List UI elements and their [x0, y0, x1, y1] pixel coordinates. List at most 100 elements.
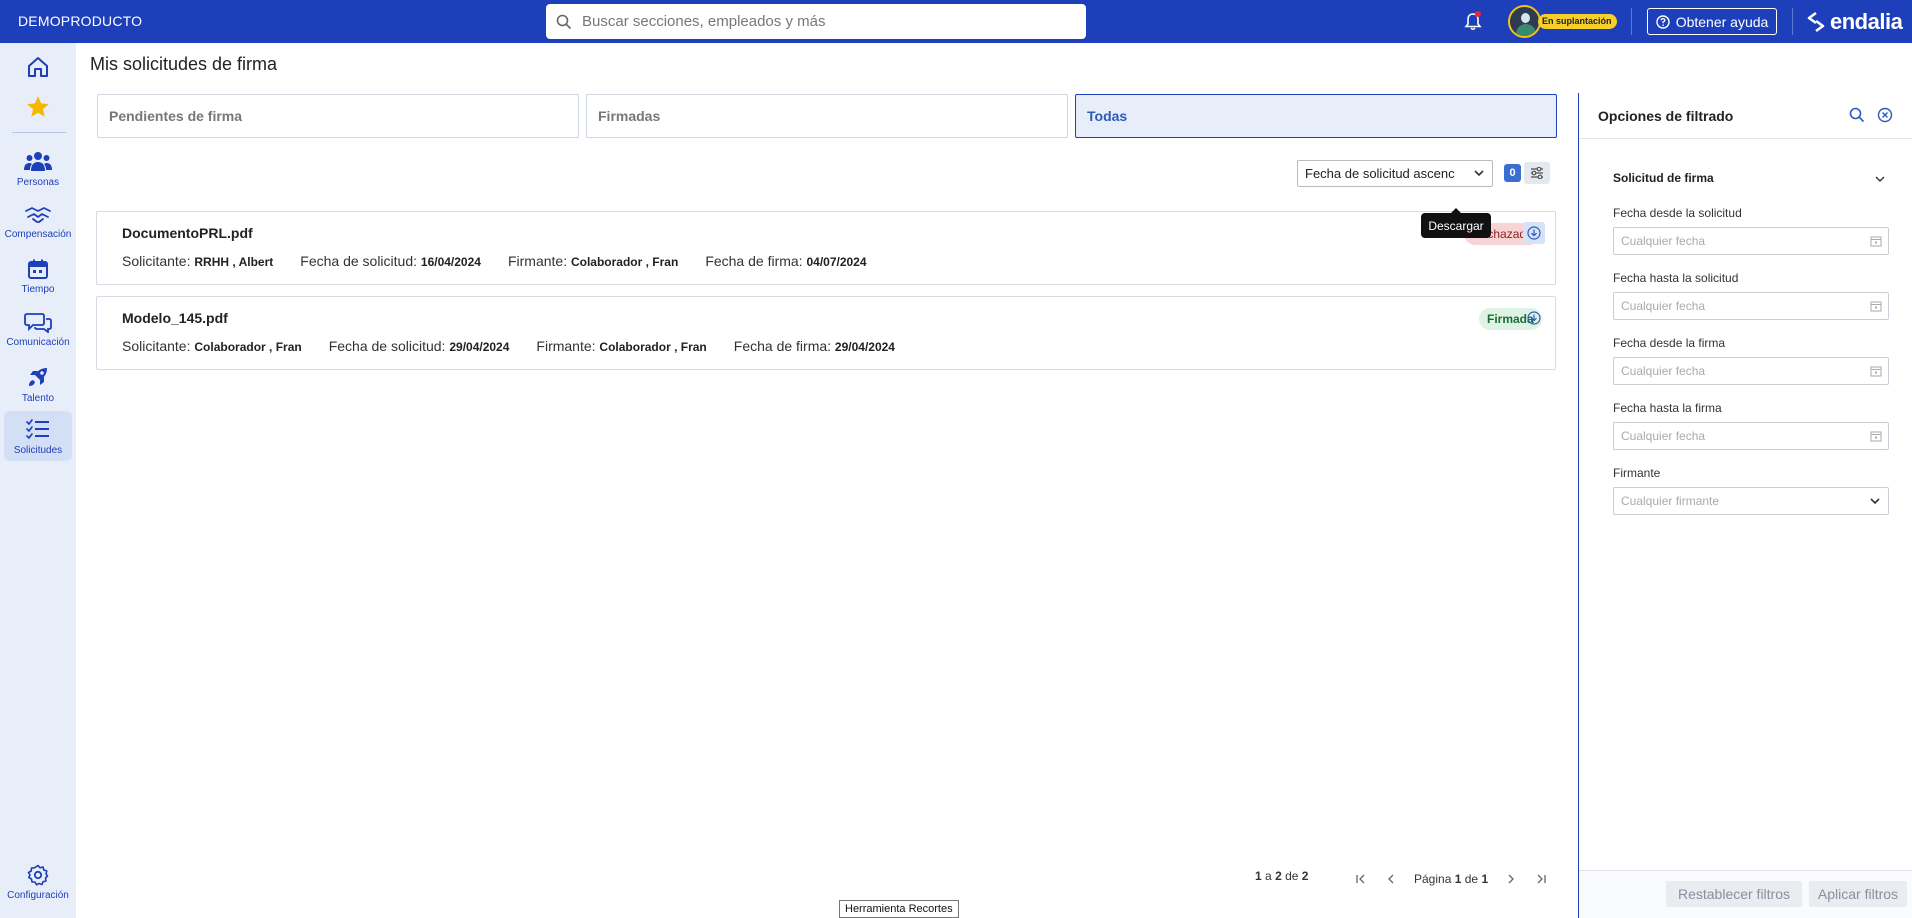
- request-date: 29/04/2024: [449, 340, 510, 354]
- download-tooltip: Descargar: [1421, 208, 1491, 238]
- filter-search-button[interactable]: [1849, 107, 1867, 125]
- question-icon: [1655, 14, 1670, 29]
- search-icon: [556, 13, 574, 31]
- chevron-right-icon: [1508, 874, 1515, 884]
- signer-name: Colaborador , Fran: [599, 340, 707, 354]
- filter-label: Firmante: [1613, 466, 1661, 480]
- filter-panel: Opciones de filtrado Solicitud de firma …: [1578, 93, 1912, 918]
- sidebar-item-compensacion[interactable]: Compensación: [0, 205, 76, 240]
- sign-date-to-field[interactable]: Cualquier fecha: [1613, 422, 1889, 450]
- company-name[interactable]: DEMOPRODUCTO: [18, 13, 142, 29]
- notifications-button[interactable]: [1462, 10, 1484, 32]
- close-circle-icon: [1877, 107, 1893, 123]
- requester-name: Colaborador , Fran: [194, 340, 302, 354]
- endalia-logo-mark: [1807, 11, 1825, 33]
- first-page-button[interactable]: [1346, 869, 1376, 889]
- request-date-to-field[interactable]: Cualquier fecha: [1613, 292, 1889, 320]
- request-date: 16/04/2024: [420, 255, 481, 269]
- page-title: Mis solicitudes de firma: [90, 54, 278, 74]
- sort-select[interactable]: Fecha de solicitud ascenc: [1297, 160, 1493, 187]
- sort-select-value: Fecha de solicitud ascenc: [1305, 166, 1455, 181]
- top-bar: DEMOPRODUCTO En suplantación Obtener ayu…: [0, 0, 1912, 43]
- help-button[interactable]: Obtener ayuda: [1647, 8, 1777, 35]
- sidebar-item-favorites[interactable]: [0, 94, 76, 120]
- filter-panel-title: Opciones de filtrado: [1598, 108, 1734, 124]
- people-icon: [24, 152, 52, 171]
- search-input[interactable]: [582, 13, 1062, 30]
- sidebar-item-label: Configuración: [7, 890, 69, 901]
- sidebar-item-label: Solicitudes: [13, 445, 63, 456]
- tab-pendientes[interactable]: Pendientes de firma: [97, 94, 579, 138]
- request-meta: Solicitante: RRHH , Albert Fecha de soli…: [122, 253, 867, 269]
- star-icon: [27, 96, 49, 117]
- tab-firmadas[interactable]: Firmadas: [586, 94, 1068, 138]
- reset-filters-button[interactable]: Restablecer filtros: [1666, 881, 1802, 907]
- requester-name: RRHH , Albert: [194, 255, 274, 269]
- request-filename[interactable]: DocumentoPRL.pdf: [122, 225, 253, 241]
- signer-select[interactable]: Cualquier firmante: [1613, 487, 1889, 515]
- pagination-nav: Página 1 de 1: [1346, 869, 1556, 889]
- sidebar-item-home[interactable]: [0, 55, 76, 79]
- download-icon: [1527, 311, 1541, 325]
- user-avatar[interactable]: [1508, 5, 1541, 38]
- chevron-down-icon: [1474, 170, 1484, 177]
- prev-page-button[interactable]: [1376, 869, 1406, 889]
- sidebar-item-solicitudes[interactable]: Solicitudes: [0, 411, 76, 461]
- main-content: Mis solicitudes de firma Pendientes de f…: [76, 43, 1578, 918]
- global-search[interactable]: [546, 4, 1086, 39]
- checklist-icon: [26, 419, 49, 439]
- chevron-down-icon[interactable]: [1873, 172, 1887, 186]
- search-icon: [1849, 107, 1865, 123]
- sign-date: 29/04/2024: [834, 340, 895, 354]
- sidebar-item-configuracion[interactable]: Configuración: [0, 864, 76, 901]
- filter-label: Fecha desde la solicitud: [1613, 206, 1742, 220]
- download-icon: [1527, 226, 1541, 240]
- impersonation-badge: En suplantación: [1538, 14, 1617, 29]
- chevron-down-icon: [1870, 498, 1880, 505]
- calendar-icon: [1870, 301, 1882, 312]
- chevron-left-icon: [1388, 874, 1394, 884]
- help-label: Obtener ayuda: [1675, 13, 1769, 30]
- sidebar-item-label: Comunicación: [6, 337, 70, 348]
- sidebar-item-label: Compensación: [4, 229, 72, 240]
- request-date-from-field[interactable]: Cualquier fecha: [1613, 227, 1889, 255]
- calendar-icon: [1870, 236, 1882, 247]
- sign-date-from-field[interactable]: Cualquier fecha: [1613, 357, 1889, 385]
- snipping-tool-label[interactable]: Herramienta Recortes: [839, 900, 959, 918]
- sidebar-item-label: Tiempo: [21, 284, 55, 295]
- sidebar-item-label: Talento: [21, 393, 55, 404]
- sidebar-item-comunicacion[interactable]: Comunicación: [0, 311, 76, 348]
- sidebar-item-personas[interactable]: Personas: [0, 151, 76, 188]
- logo-text: endalia: [1830, 9, 1903, 34]
- calendar-icon: [28, 259, 48, 279]
- filter-label: Fecha hasta la firma: [1613, 401, 1722, 415]
- filter-panel-header: Opciones de filtrado: [1579, 93, 1912, 139]
- calendar-icon: [1870, 366, 1882, 377]
- endalia-logo[interactable]: endalia: [1806, 9, 1903, 35]
- apply-filters-button[interactable]: Aplicar filtros: [1809, 881, 1907, 907]
- filter-close-button[interactable]: [1877, 107, 1895, 125]
- sidebar-item-tiempo[interactable]: Tiempo: [0, 258, 76, 295]
- pagination-range: 1 a 2 de 2: [1255, 869, 1309, 883]
- sidebar-divider: [12, 132, 66, 133]
- request-card[interactable]: Modelo_145.pdf Solicitante: Colaborador …: [96, 296, 1556, 370]
- last-page-button[interactable]: [1526, 869, 1556, 889]
- last-page-icon: [1537, 874, 1546, 884]
- download-button[interactable]: [1523, 222, 1545, 244]
- divider: [1631, 8, 1632, 35]
- request-filename[interactable]: Modelo_145.pdf: [122, 310, 228, 326]
- tab-todas[interactable]: Todas: [1075, 94, 1557, 138]
- sidebar-item-talento[interactable]: Talento: [0, 365, 76, 404]
- filter-section-title[interactable]: Solicitud de firma: [1613, 171, 1714, 185]
- download-button[interactable]: [1523, 307, 1545, 329]
- handshake-icon: [25, 207, 51, 223]
- chat-icon: [24, 313, 52, 333]
- request-card[interactable]: DocumentoPRL.pdf Solicitante: RRHH , Alb…: [96, 211, 1556, 285]
- next-page-button[interactable]: [1496, 869, 1526, 889]
- first-page-icon: [1356, 874, 1365, 884]
- filter-toggle-button[interactable]: [1524, 162, 1550, 184]
- sliders-icon: [1531, 167, 1543, 179]
- filter-label: Fecha hasta la solicitud: [1613, 271, 1739, 285]
- active-filters-count: 0: [1504, 164, 1521, 182]
- calendar-icon: [1870, 431, 1882, 442]
